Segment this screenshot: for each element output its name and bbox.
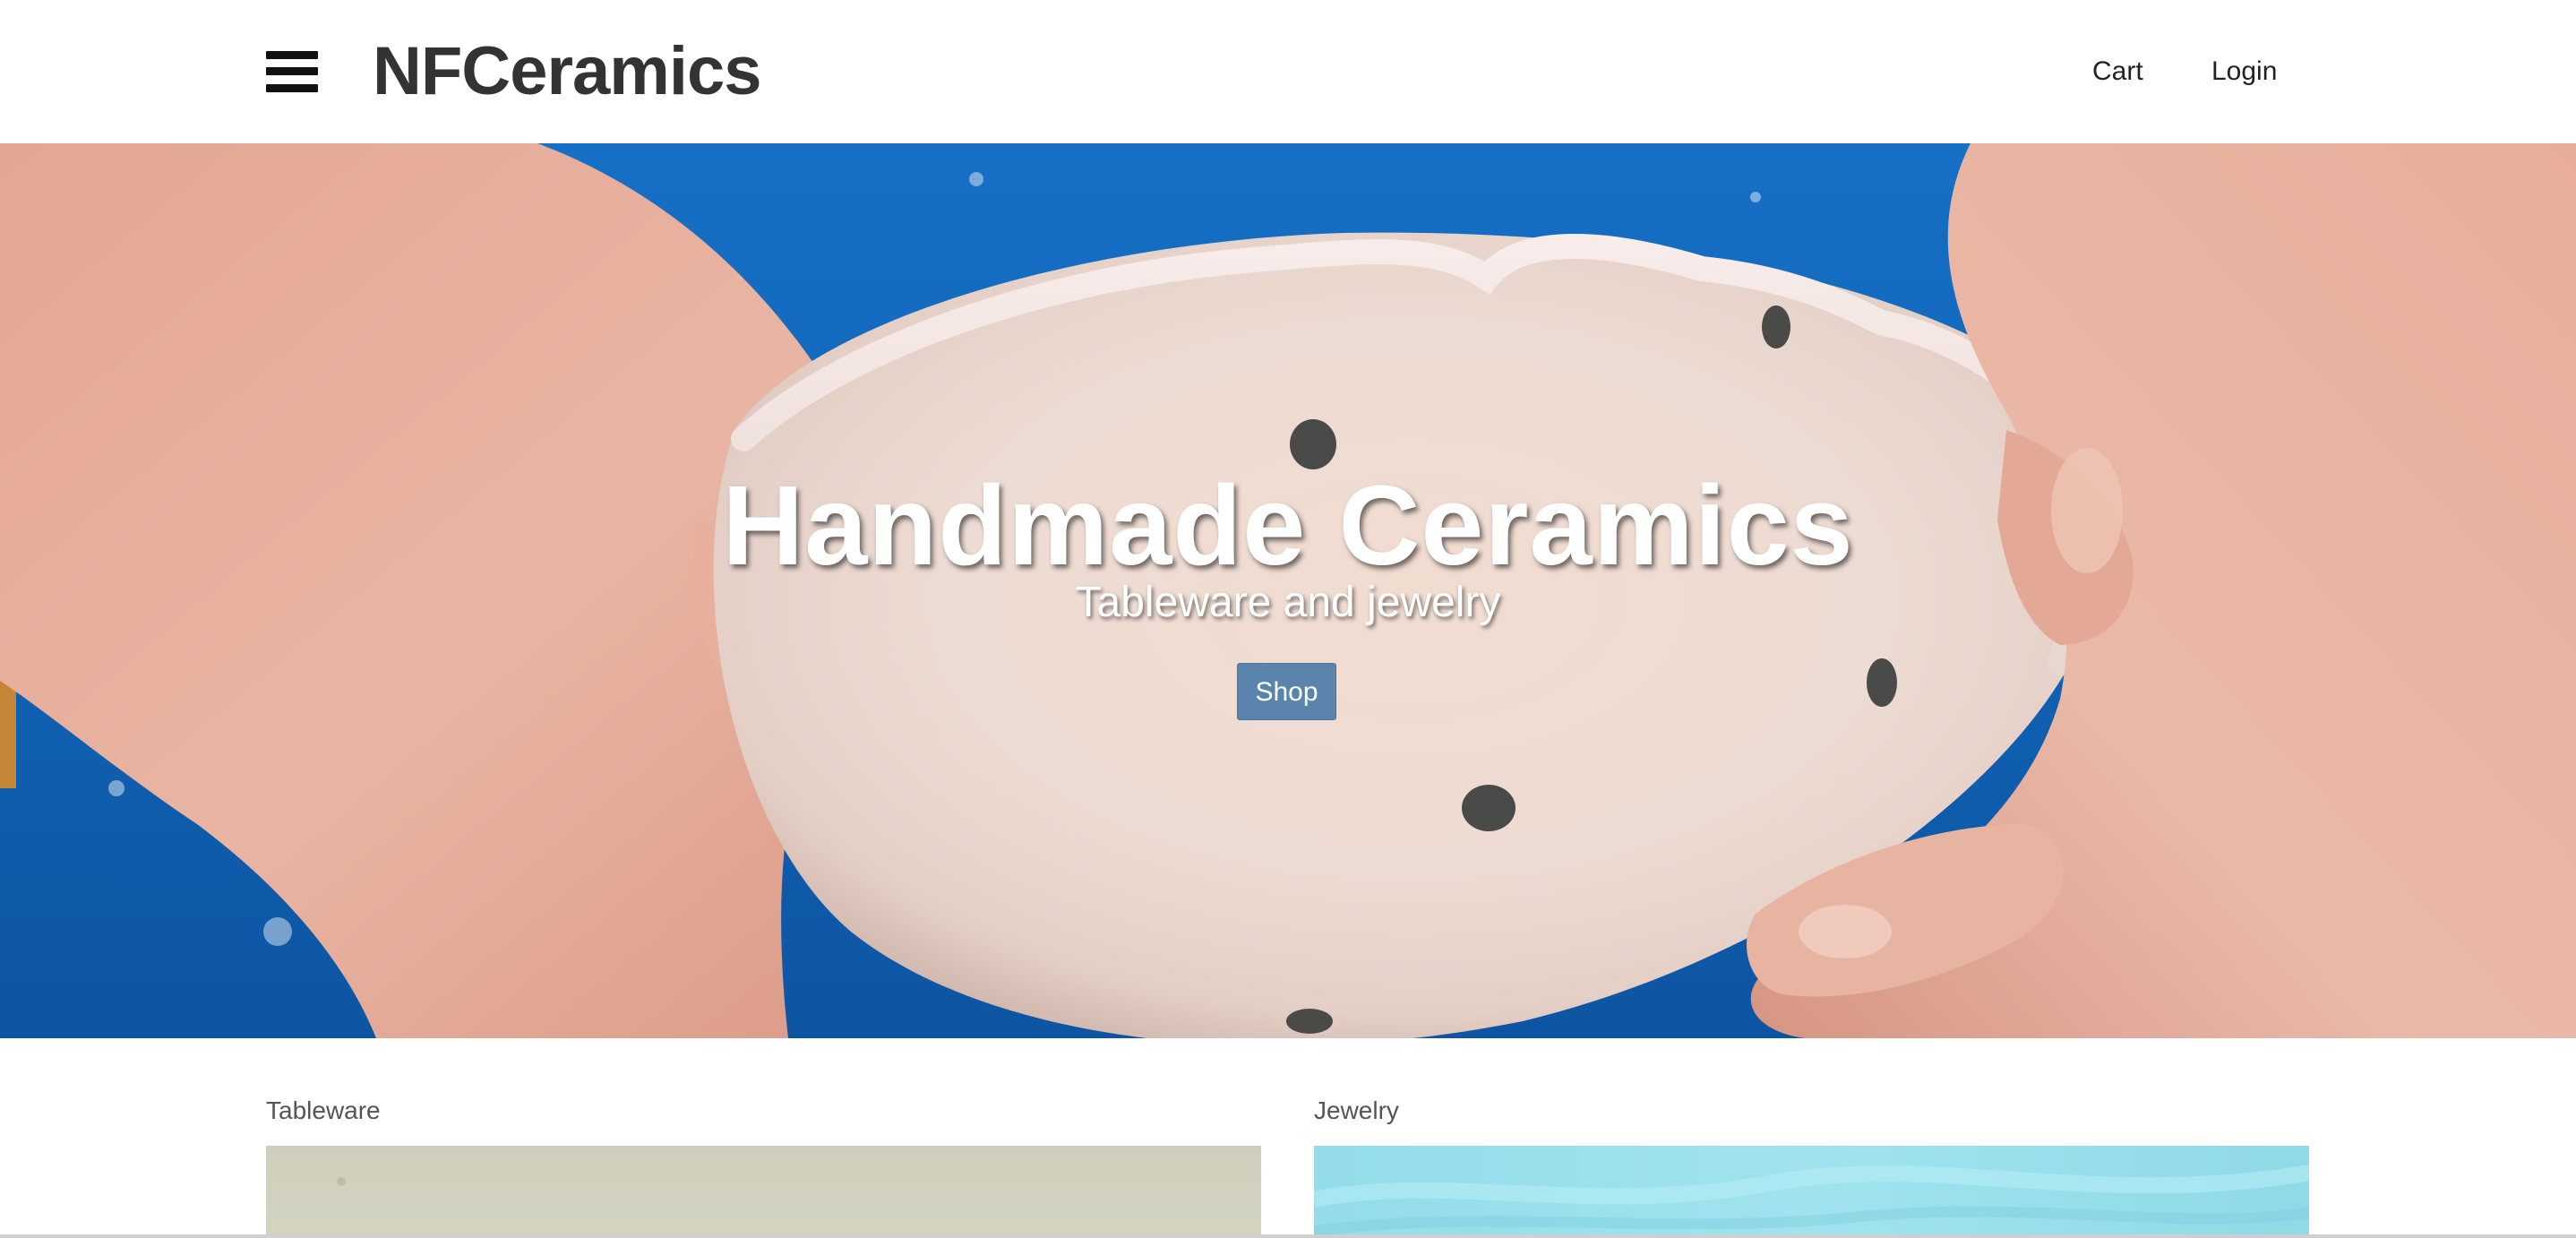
brand-logo-link[interactable]: NFCeramics (373, 27, 762, 116)
hero-banner: Handmade Ceramics Tableware and jewelry … (0, 143, 2576, 1038)
shop-button[interactable]: Shop (1237, 663, 1336, 720)
category-label-tableware: Tableware (266, 1096, 381, 1124)
menu-bar-top (266, 51, 318, 59)
site-header: NFCeramics Cart Login (0, 0, 2576, 143)
tableware-category-image[interactable] (266, 1146, 1261, 1238)
menu-bar-bottom (266, 84, 318, 92)
nav-login-link[interactable]: Login (2211, 49, 2277, 94)
hero-subtitle: Tableware and jewelry (1075, 579, 1501, 626)
hamburger-menu-icon[interactable] (266, 51, 318, 92)
category-label-jewelry: Jewelry (1314, 1096, 1399, 1124)
page-bottom-divider (0, 1234, 2576, 1238)
menu-bar-middle (266, 67, 318, 75)
jewelry-category-image[interactable] (1314, 1146, 2309, 1238)
jewelry-image-graphic (1314, 1165, 2309, 1236)
tableware-image-graphic (266, 1146, 1261, 1238)
nav-cart-link[interactable]: Cart (2092, 49, 2143, 94)
